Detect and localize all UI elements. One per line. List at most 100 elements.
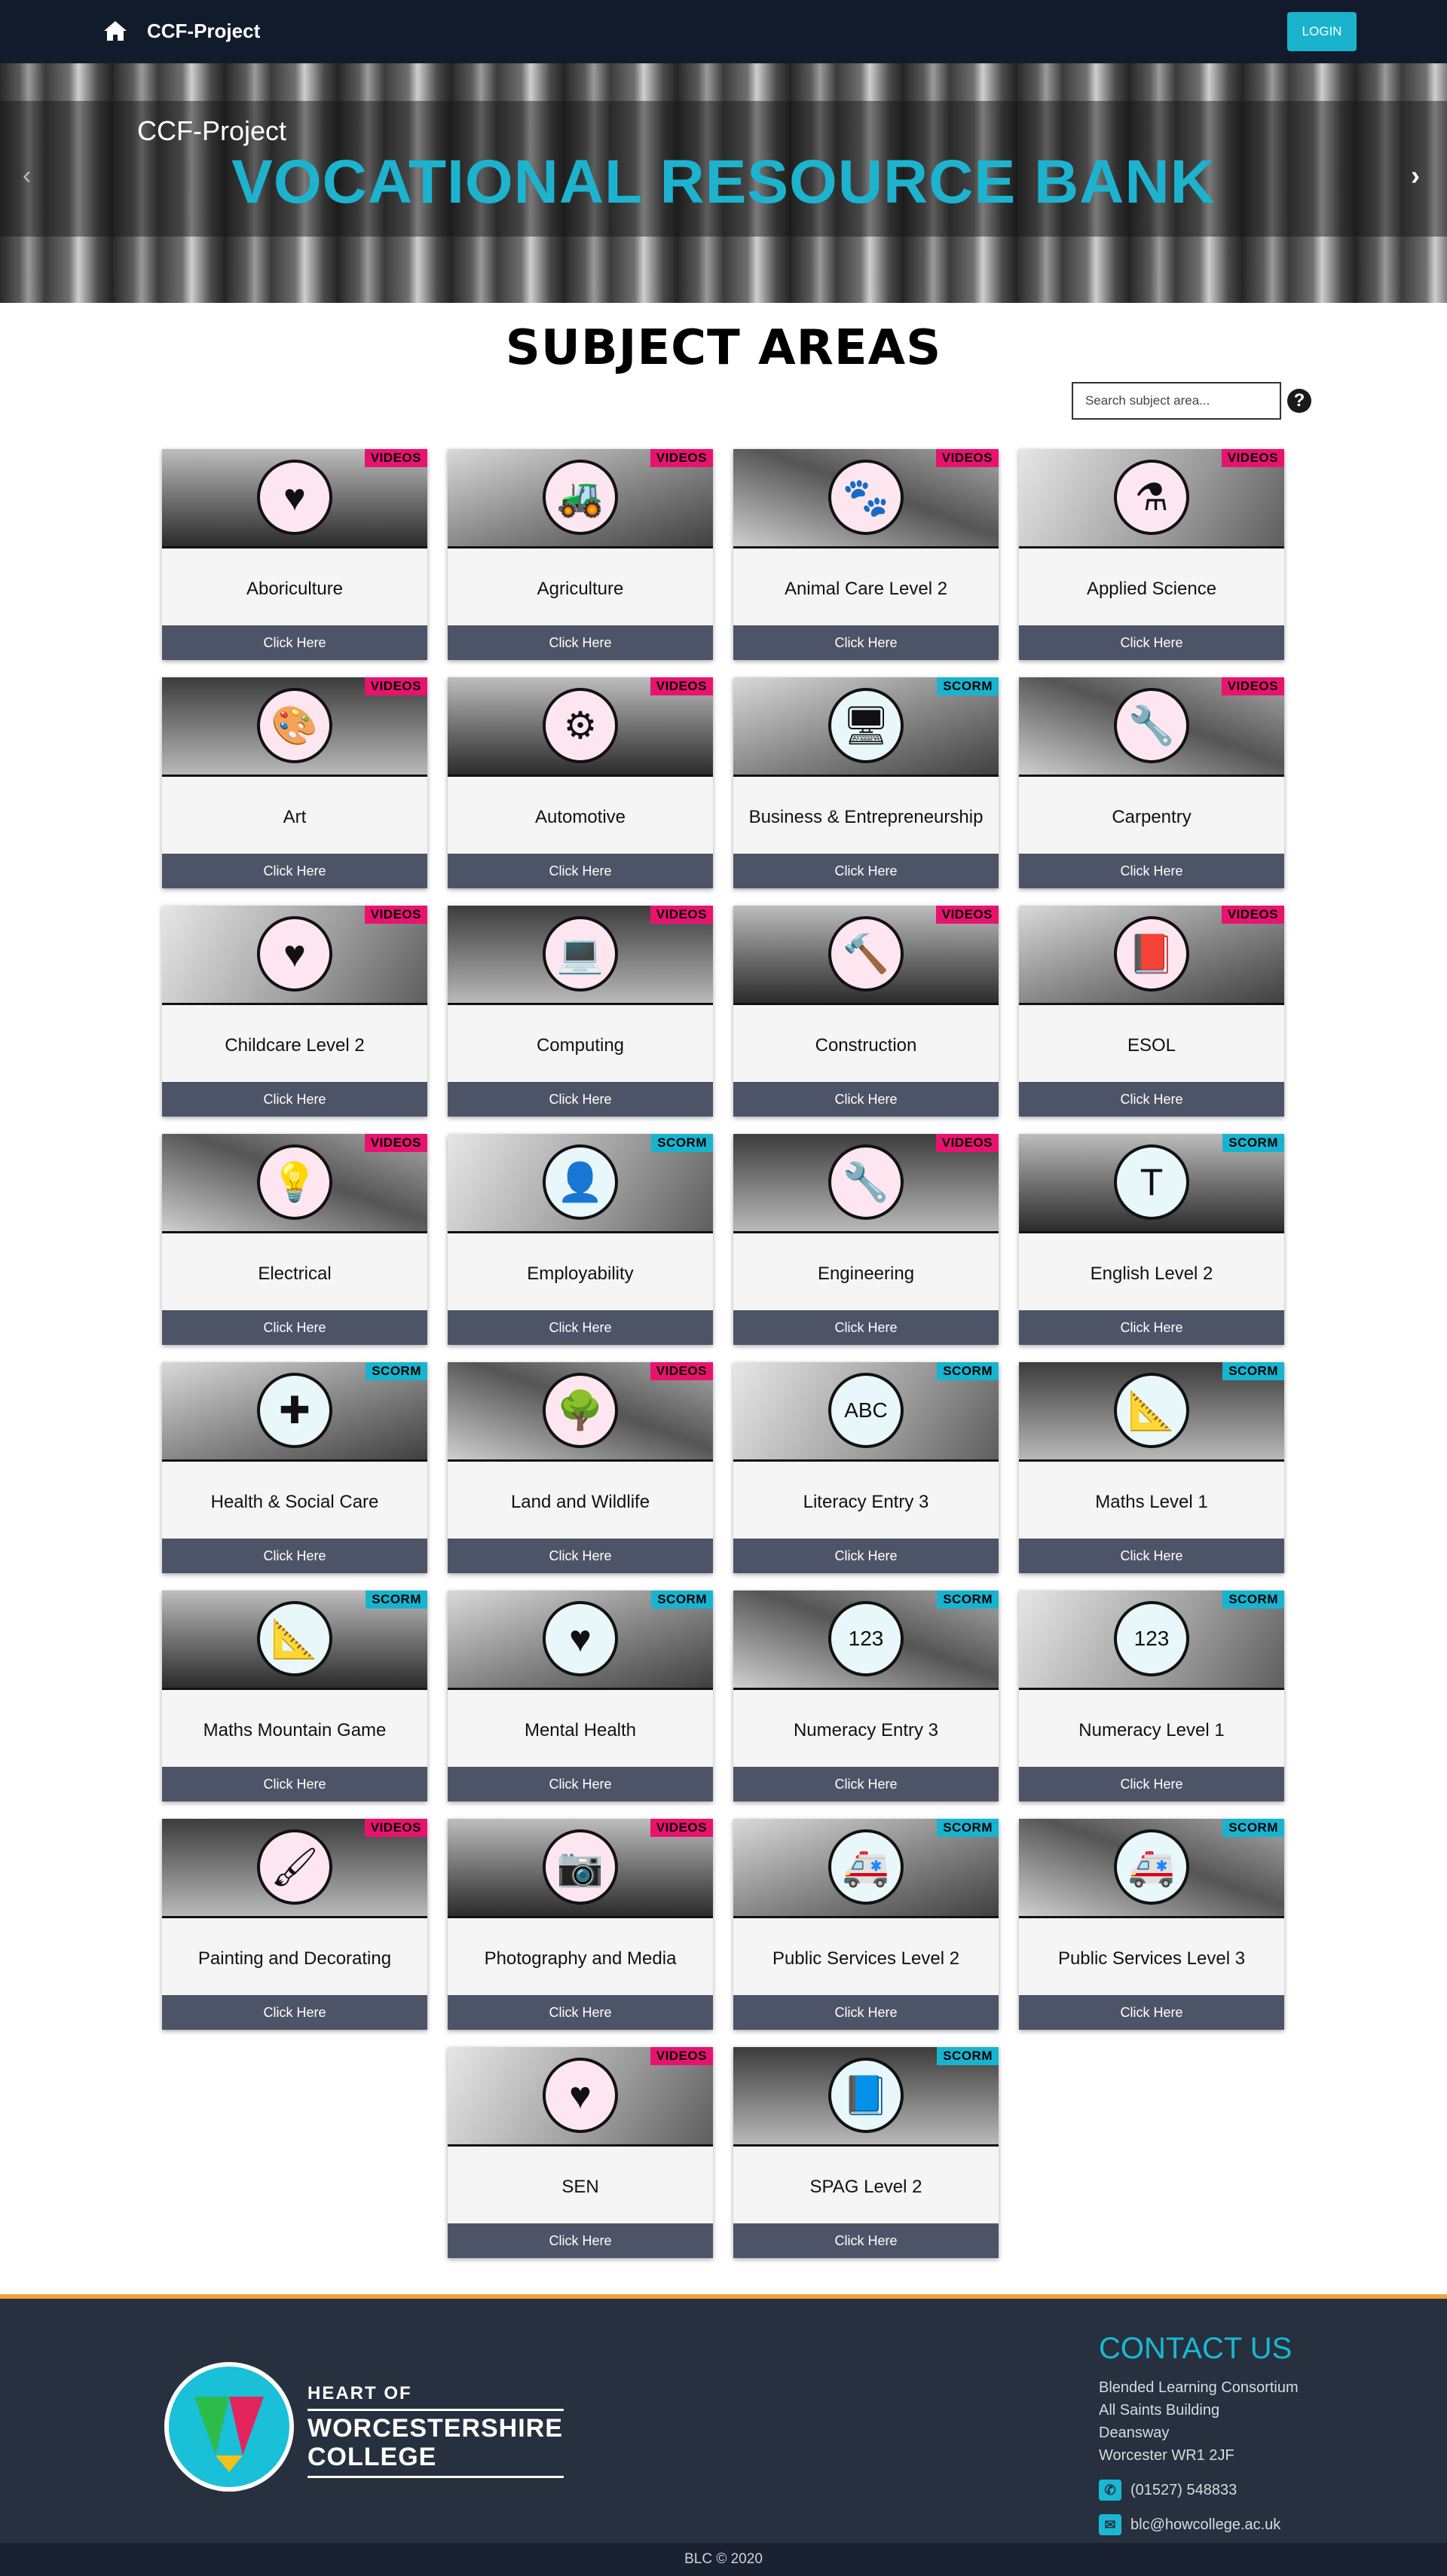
click-here-button[interactable]: Click Here <box>1019 1082 1284 1117</box>
brand-link[interactable]: CCF-Project <box>147 19 260 43</box>
subject-card[interactable]: 123 SCORM Numeracy Entry 3 Click Here <box>733 1591 999 1801</box>
click-here-button[interactable]: Click Here <box>733 625 999 660</box>
click-here-button[interactable]: Click Here <box>733 1082 999 1117</box>
subject-card[interactable]: 🔨 VIDEOS Construction Click Here <box>733 906 999 1117</box>
subject-card[interactable]: 🔧 VIDEOS Carpentry Click Here <box>1019 677 1284 888</box>
card-title: Public Services Level 2 <box>772 1948 960 1969</box>
click-here-button[interactable]: Click Here <box>448 854 713 888</box>
click-here-button[interactable]: Click Here <box>162 1767 427 1801</box>
content-type-badge: VIDEOS <box>1221 906 1284 924</box>
ambulance-icon: 🚑 <box>828 1829 904 1905</box>
subject-card[interactable]: 📐 SCORM Maths Level 1 Click Here <box>1019 1362 1284 1573</box>
click-here-button[interactable]: Click Here <box>448 1082 713 1117</box>
subject-card[interactable]: 📘 SCORM SPAG Level 2 Click Here <box>733 2047 999 2258</box>
subject-card[interactable]: 🚑 SCORM Public Services Level 2 Click Here <box>733 1819 999 2030</box>
subject-card[interactable]: 🎨 VIDEOS Art Click Here <box>162 677 427 888</box>
subject-card[interactable]: 🚜 VIDEOS Agriculture Click Here <box>448 449 713 660</box>
subject-card[interactable]: 👤 SCORM Employability Click Here <box>448 1134 713 1345</box>
subject-card[interactable]: ✚ SCORM Health & Social Care Click Here <box>162 1362 427 1573</box>
click-here-button[interactable]: Click Here <box>733 1767 999 1801</box>
click-here-button[interactable]: Click Here <box>448 1539 713 1573</box>
click-here-button[interactable]: Click Here <box>1019 1995 1284 2030</box>
content-type-badge: SCORM <box>937 2047 999 2065</box>
subject-card[interactable]: 📐 SCORM Maths Mountain Game Click Here <box>162 1591 427 1801</box>
email-link[interactable]: blc@howcollege.ac.uk <box>1130 2514 1280 2535</box>
subject-card[interactable]: 🔧 VIDEOS Engineering Click Here <box>733 1134 999 1345</box>
click-here-button[interactable]: Click Here <box>162 1310 427 1345</box>
chevron-right-icon[interactable]: › <box>1411 160 1420 191</box>
subject-card[interactable]: 📷 VIDEOS Photography and Media Click Here <box>448 1819 713 2030</box>
click-here-button[interactable]: Click Here <box>1019 1310 1284 1345</box>
tractor-icon: 🚜 <box>543 460 618 535</box>
logo-line-3: COLLEGE <box>307 2443 564 2478</box>
click-here-button[interactable]: Click Here <box>733 1539 999 1573</box>
click-here-button[interactable]: Click Here <box>1019 1767 1284 1801</box>
card-image: 🐾 VIDEOS <box>733 449 999 549</box>
subject-card[interactable]: 123 SCORM Numeracy Level 1 Click Here <box>1019 1591 1284 1801</box>
card-title: Painting and Decorating <box>197 1948 392 1969</box>
search-input[interactable] <box>1072 382 1281 420</box>
subject-card[interactable]: 💻 VIDEOS Computing Click Here <box>448 906 713 1117</box>
subject-card[interactable]: 📕 VIDEOS ESOL Click Here <box>1019 906 1284 1117</box>
click-here-button[interactable]: Click Here <box>448 1767 713 1801</box>
subject-card[interactable]: T SCORM English Level 2 Click Here <box>1019 1134 1284 1345</box>
click-here-button[interactable]: Click Here <box>448 2223 713 2258</box>
number-blocks-icon: 123 <box>1114 1601 1189 1676</box>
card-title: Public Services Level 3 <box>1057 1948 1246 1969</box>
click-here-button[interactable]: Click Here <box>733 1995 999 2030</box>
child-heart-icon: ♥ <box>257 916 332 992</box>
click-here-button[interactable]: Click Here <box>162 1082 427 1117</box>
subject-card[interactable]: ⚙ VIDEOS Automotive Click Here <box>448 677 713 888</box>
question-circle-icon[interactable]: ? <box>1287 389 1311 413</box>
subject-card[interactable]: 🚑 SCORM Public Services Level 3 Click Here <box>1019 1819 1284 2030</box>
card-title: Carpentry <box>1112 807 1192 827</box>
home-icon[interactable] <box>102 20 128 42</box>
card-image: 🚑 SCORM <box>1019 1819 1284 1918</box>
card-image: ⚗ VIDEOS <box>1019 449 1284 549</box>
click-here-button[interactable]: Click Here <box>733 1310 999 1345</box>
person-chart-icon: 👤 <box>543 1144 618 1220</box>
subject-card[interactable]: 🐾 VIDEOS Animal Care Level 2 Click Here <box>733 449 999 660</box>
click-here-button[interactable]: Click Here <box>162 854 427 888</box>
click-here-button[interactable]: Click Here <box>1019 854 1284 888</box>
card-title: Childcare Level 2 <box>225 1035 365 1056</box>
subject-card[interactable]: ♥ VIDEOS SEN Click Here <box>448 2047 713 2258</box>
card-title: Literacy Entry 3 <box>803 1492 929 1512</box>
click-here-button[interactable]: Click Here <box>448 1310 713 1345</box>
card-image: 📐 SCORM <box>1019 1362 1284 1462</box>
card-image: 👤 SCORM <box>448 1134 713 1233</box>
subject-card[interactable]: ♥ VIDEOS Childcare Level 2 Click Here <box>162 906 427 1117</box>
click-here-button[interactable]: Click Here <box>162 1995 427 2030</box>
card-image: ✚ SCORM <box>162 1362 427 1462</box>
login-button[interactable]: LOGIN <box>1287 12 1357 51</box>
click-here-button[interactable]: Click Here <box>448 1995 713 2030</box>
subject-card[interactable]: 🌳 VIDEOS Land and Wildlife Click Here <box>448 1362 713 1573</box>
card-image: ♥ SCORM <box>448 1591 713 1690</box>
card-title: Maths Mountain Game <box>203 1720 387 1740</box>
subject-card[interactable]: 🖌 VIDEOS Painting and Decorating Click Here <box>162 1819 427 2030</box>
click-here-button[interactable]: Click Here <box>162 1539 427 1573</box>
subject-card[interactable]: ⚗ VIDEOS Applied Science Click Here <box>1019 449 1284 660</box>
number-blocks-icon: 123 <box>828 1601 904 1676</box>
subject-card[interactable]: ♥ SCORM Mental Health Click Here <box>448 1591 713 1801</box>
subject-card[interactable]: 💡 VIDEOS Electrical Click Here <box>162 1134 427 1345</box>
click-here-button[interactable]: Click Here <box>1019 1539 1284 1573</box>
subject-card[interactable]: ABC SCORM Literacy Entry 3 Click Here <box>733 1362 999 1573</box>
wrench-gear-icon: 🔧 <box>828 1144 904 1220</box>
card-title: Employability <box>527 1264 634 1284</box>
click-here-button[interactable]: Click Here <box>1019 625 1284 660</box>
card-image: 123 SCORM <box>733 1591 999 1690</box>
phone-number[interactable]: (01527) 548833 <box>1130 2480 1237 2501</box>
click-here-button[interactable]: Click Here <box>448 625 713 660</box>
college-logo-icon[interactable] <box>164 2362 294 2492</box>
card-image: 🎨 VIDEOS <box>162 677 427 777</box>
subject-card[interactable]: ♥ VIDEOS Aboriculture Click Here <box>162 449 427 660</box>
click-here-button[interactable]: Click Here <box>733 854 999 888</box>
subject-card[interactable]: 🖥 SCORM Business & Entrepreneurship Click H… <box>733 677 999 888</box>
click-here-button[interactable]: Click Here <box>733 2223 999 2258</box>
card-image: ⚙ VIDEOS <box>448 677 713 777</box>
click-here-button[interactable]: Click Here <box>162 625 427 660</box>
ruler-pencil-icon: 📐 <box>1114 1373 1189 1448</box>
footer: HEART OF WORCESTERSHIRE COLLEGE CONTACT … <box>0 2294 1447 2543</box>
paw-heart-icon: 🐾 <box>828 460 904 535</box>
